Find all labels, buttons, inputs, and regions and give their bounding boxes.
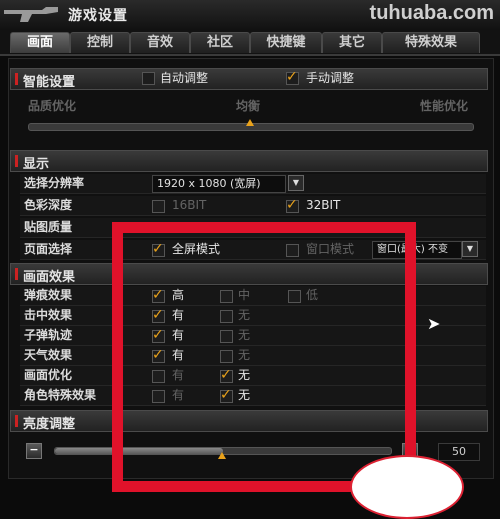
resolution-label: 选择分辨率 xyxy=(24,176,85,190)
balanced-label: 均衡 xyxy=(236,99,261,113)
color-depth-label: 色彩深度 xyxy=(24,198,73,212)
smart-settings-header: 智能设置 xyxy=(10,68,488,90)
display-header: 显示 xyxy=(10,150,488,172)
color-32bit-label: 32BIT xyxy=(306,198,341,212)
tab-bar: 画面 控制 音效 社区 快捷键 其它 特殊效果 xyxy=(0,30,500,56)
auto-adjust-label: 自动调整 xyxy=(160,71,209,85)
auto-adjust-checkbox[interactable] xyxy=(142,72,155,85)
display-title: 显示 xyxy=(23,157,50,172)
brightness-decrease-button[interactable]: − xyxy=(26,443,42,459)
tab-sound[interactable]: 音效 xyxy=(130,32,190,53)
title-bar: 游戏设置 tuhuaba.com xyxy=(0,0,500,31)
highlight-box xyxy=(112,222,416,492)
resolution-select[interactable]: 1920 x 1080 (宽屏) xyxy=(152,175,286,193)
window-size-dropdown-button[interactable]: ▼ xyxy=(462,241,478,257)
tab-community[interactable]: 社区 xyxy=(190,32,250,53)
mouse-cursor-icon: ➤ xyxy=(427,314,441,333)
window-title: 游戏设置 xyxy=(68,8,128,24)
tab-hotkeys[interactable]: 快捷键 xyxy=(250,32,322,53)
gun-icon xyxy=(4,7,58,22)
tab-graphics[interactable]: 画面 xyxy=(10,32,70,53)
smart-settings-title: 智能设置 xyxy=(23,75,76,90)
manual-adjust-checkbox[interactable]: ✓ xyxy=(286,69,299,85)
color-16bit-label: 16BIT xyxy=(172,198,207,212)
effects-title: 画面效果 xyxy=(23,270,76,285)
resolution-dropdown-button[interactable]: ▼ xyxy=(288,175,304,191)
performance-optimize-label: 性能优化 xyxy=(420,99,469,113)
quality-optimize-label: 品质优化 xyxy=(28,99,77,113)
quality-slider-thumb[interactable] xyxy=(246,119,254,126)
decorative-badge xyxy=(350,455,464,519)
color-32bit-checkbox[interactable]: ✓ xyxy=(286,197,299,213)
manual-adjust-label: 手动调整 xyxy=(306,71,355,85)
brightness-value: 50 xyxy=(438,443,480,461)
tab-controls[interactable]: 控制 xyxy=(70,32,130,53)
tab-other[interactable]: 其它 xyxy=(322,32,382,53)
color-16bit-checkbox[interactable] xyxy=(152,200,165,213)
brightness-title: 亮度调整 xyxy=(23,417,76,432)
tab-special-effects[interactable]: 特殊效果 xyxy=(382,32,480,53)
watermark-text: tuhuaba.com xyxy=(369,2,494,24)
